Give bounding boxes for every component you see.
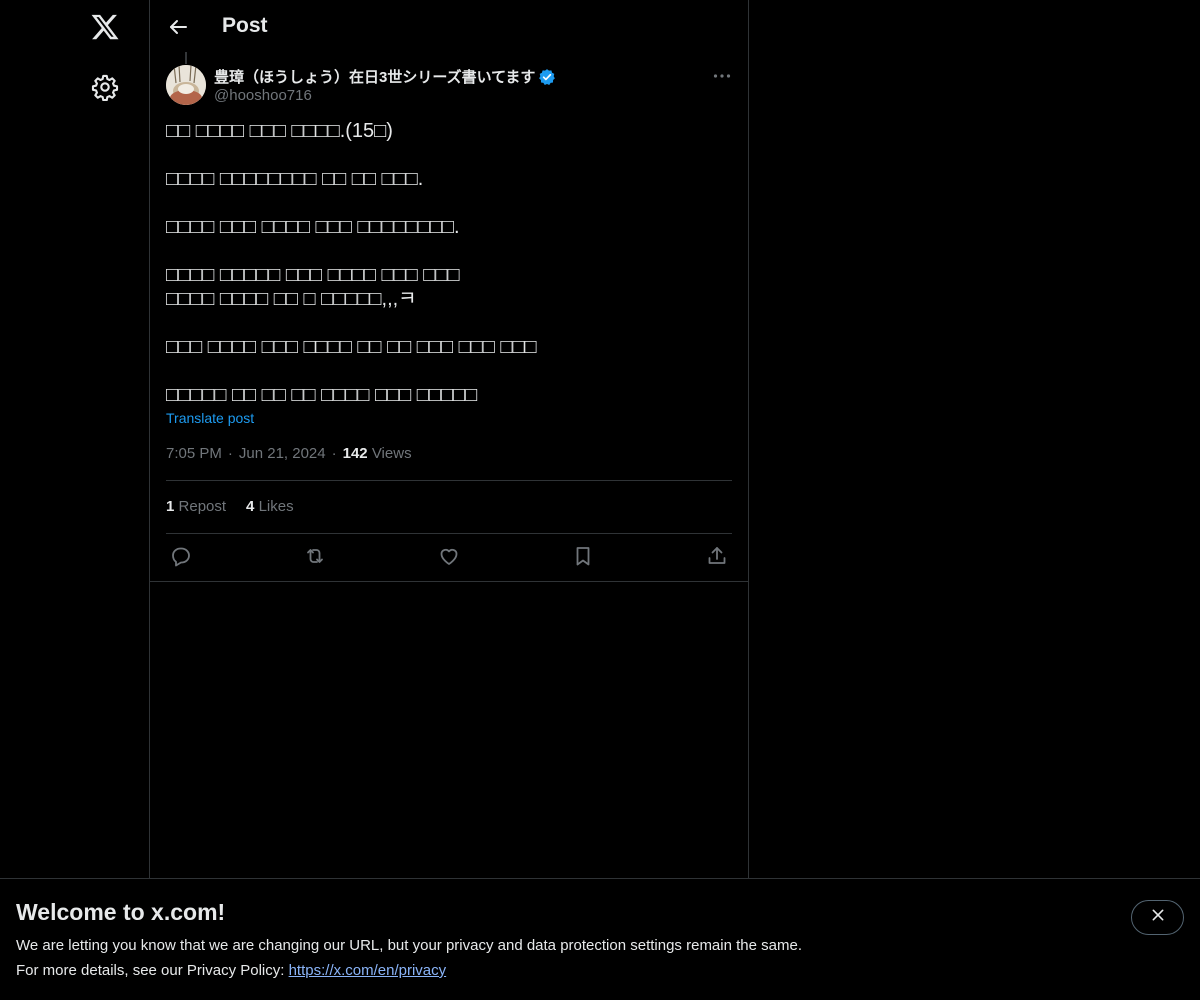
close-icon — [1150, 907, 1166, 928]
divider — [166, 533, 732, 534]
close-button[interactable] — [1131, 900, 1184, 935]
author-name-text[interactable]: 豊璋（ほうしょう）在日3世シリーズ書いてます — [214, 66, 535, 87]
left-navigation — [0, 0, 150, 1000]
banner-details-text: For more details, see our Privacy Policy… — [16, 962, 289, 979]
post-paragraph: □□□ □□□□ □□□ □□□□ □□ □□ □□□ □□□ □□□ — [166, 336, 537, 358]
separator-dot: · — [227, 445, 233, 462]
translate-post-link[interactable]: Translate post — [166, 410, 254, 426]
views-label: Views — [371, 445, 412, 462]
heart-icon[interactable] — [437, 544, 463, 570]
post-time[interactable]: 7:05 PM — [166, 445, 222, 462]
arrow-left-icon[interactable] — [166, 15, 190, 39]
action-bar — [166, 544, 732, 572]
post-header: Post — [150, 0, 748, 54]
post-date[interactable]: Jun 21, 2024 — [239, 445, 326, 462]
post-text: □□ □□□□ □□□ □□□□.(15□) □□□□ □□□□□□□□ □□ … — [166, 119, 736, 407]
repost-icon[interactable] — [303, 544, 329, 570]
bookmark-icon[interactable] — [571, 544, 597, 570]
post-paragraph: □□□□ □□□□□□□□ □□ □□ □□□. — [166, 168, 424, 190]
divider — [150, 581, 748, 582]
thread-line — [185, 52, 187, 64]
reposts-label: Repost — [178, 498, 227, 515]
likes-label: Likes — [258, 498, 294, 515]
views-count: 142 — [342, 445, 368, 462]
separator-dot: · — [331, 445, 337, 462]
post-stats: 1 Repost 4 Likes — [166, 498, 294, 515]
main-column: Post 豊璋（ほうしょう）在日3世シリーズ書いてます @hooshoo716 … — [149, 0, 749, 1000]
author-name[interactable]: 豊璋（ほうしょう）在日3世シリーズ書いてます — [214, 66, 556, 87]
post-paragraph: □□□□ □□□ □□□□ □□□ □□□□□□□□. — [166, 216, 460, 238]
avatar[interactable] — [166, 65, 206, 105]
banner-message: We are letting you know that we are chan… — [16, 937, 802, 954]
page-title: Post — [222, 14, 268, 37]
share-icon[interactable] — [705, 544, 731, 570]
post-meta: 7:05 PM · Jun 21, 2024 · 142 Views — [166, 445, 412, 462]
privacy-policy-link[interactable]: https://x.com/en/privacy — [289, 962, 447, 979]
reply-icon[interactable] — [169, 544, 195, 570]
more-horizontal-icon[interactable] — [710, 64, 734, 88]
post-paragraph: □□□□ □□□□□ □□□ □□□□ □□□ □□□ □□□□ □□□□ □□… — [166, 264, 460, 310]
divider — [166, 480, 732, 481]
welcome-banner: Welcome to x.com! We are letting you kno… — [0, 878, 1200, 1000]
author-handle[interactable]: @hooshoo716 — [214, 87, 312, 104]
banner-details: For more details, see our Privacy Policy… — [16, 962, 446, 979]
likes-count: 4 — [246, 498, 255, 515]
x-logo-icon[interactable] — [90, 12, 120, 42]
post-paragraph: □□□□□ □□ □□ □□ □□□□ □□□ □□□□□ — [166, 384, 478, 406]
likes-stat[interactable]: 4 Likes — [246, 498, 294, 515]
reposts-stat[interactable]: 1 Repost — [166, 498, 226, 515]
banner-title: Welcome to x.com! — [16, 899, 226, 925]
reposts-count: 1 — [166, 498, 175, 515]
post-paragraph: □□ □□□□ □□□ □□□□.(15□) — [166, 120, 393, 142]
gear-icon[interactable] — [91, 73, 119, 102]
verified-badge-icon — [538, 68, 556, 86]
